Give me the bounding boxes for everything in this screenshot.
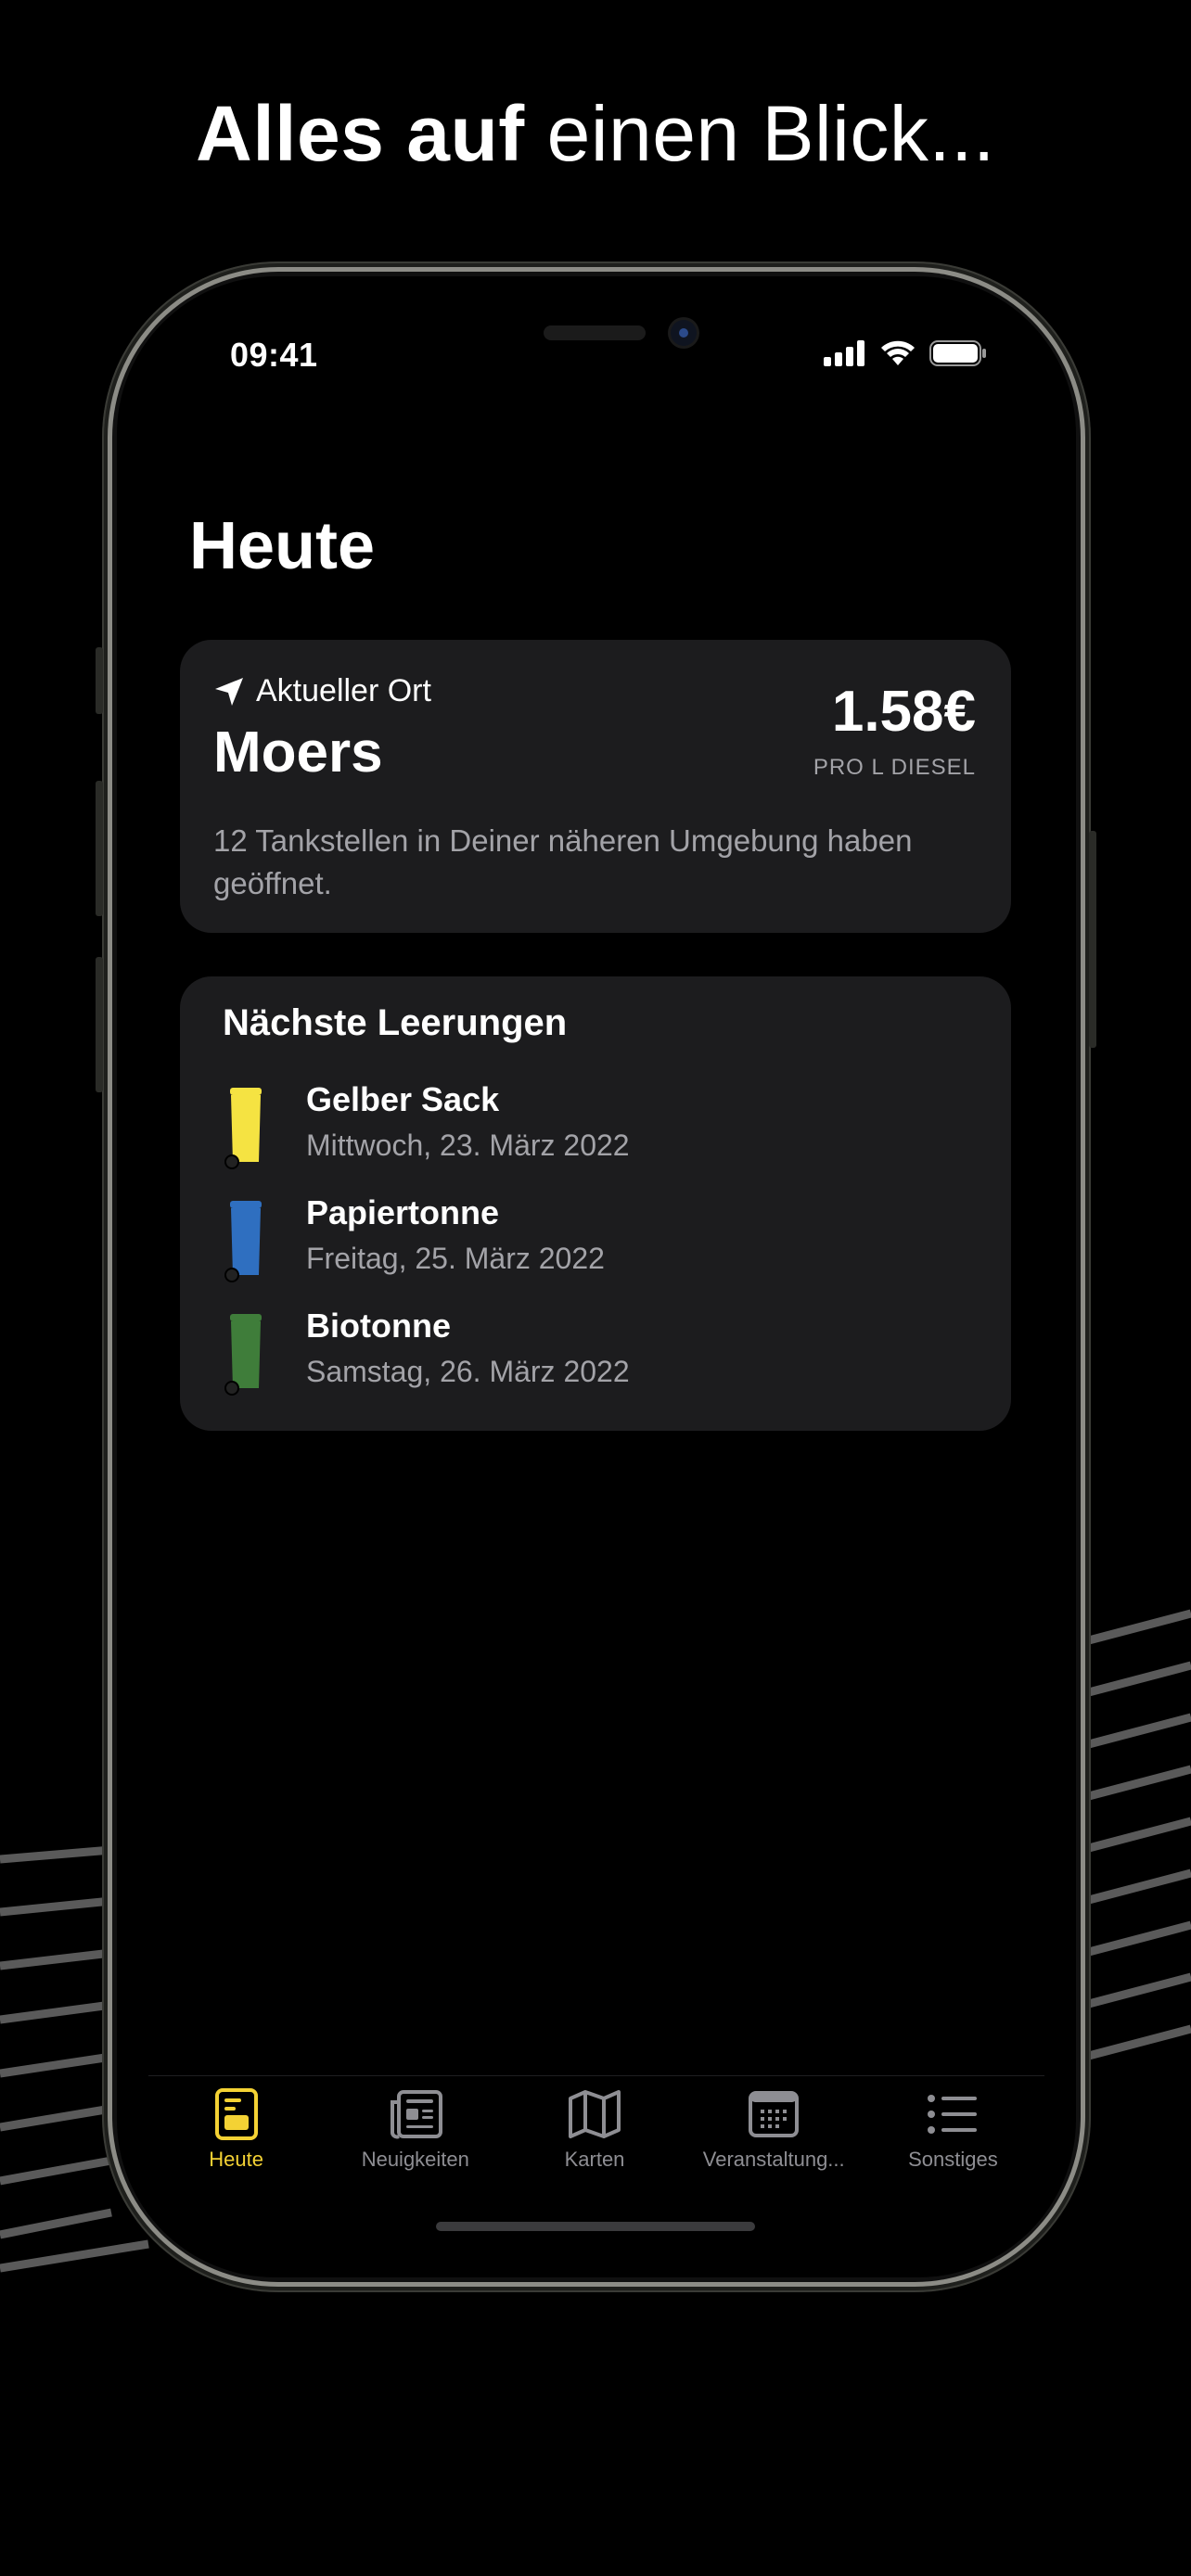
wifi-icon bbox=[881, 340, 915, 365]
blue-bin-icon bbox=[224, 1201, 262, 1282]
speaker bbox=[544, 325, 646, 340]
signal-icon bbox=[824, 340, 864, 366]
tab-label: Veranstaltung... bbox=[702, 2148, 845, 2171]
headline-light: einen Blick... bbox=[546, 90, 995, 177]
fuel-location-card[interactable]: Aktueller Ort Moers 1.58€ PRO L DIESEL 1… bbox=[180, 640, 1011, 933]
location-label-text: Aktueller Ort bbox=[256, 673, 431, 708]
silent-switch bbox=[96, 647, 103, 714]
headline: Alles auf einen Blick... bbox=[0, 89, 1191, 179]
location-arrow-icon bbox=[215, 677, 243, 706]
tab-veranstaltungen[interactable]: Veranstaltung... bbox=[685, 2085, 864, 2196]
waste-name: Papiertonne bbox=[306, 1193, 500, 1231]
waste-item: Papiertonne Freitag, 25. März 2022 bbox=[223, 1193, 965, 1295]
waste-item: Biotonne Samstag, 26. März 2022 bbox=[223, 1307, 965, 1409]
waste-date: Samstag, 26. März 2022 bbox=[306, 1355, 630, 1388]
tab-bar: Heute Neuigkeiten Karten Veranstaltung..… bbox=[147, 2085, 1043, 2196]
tab-neuigkeiten[interactable]: Neuigkeiten bbox=[326, 2085, 505, 2196]
fuel-price-unit: PRO L DIESEL bbox=[813, 755, 976, 780]
waste-date: Freitag, 25. März 2022 bbox=[306, 1242, 605, 1275]
green-bin-icon bbox=[224, 1314, 262, 1396]
status-icons bbox=[824, 339, 987, 367]
fuel-price: 1.58€ bbox=[831, 680, 976, 744]
home-indicator[interactable] bbox=[436, 2222, 755, 2231]
tab-label: Neuigkeiten bbox=[361, 2148, 469, 2171]
tab-bar-divider bbox=[148, 2075, 1044, 2076]
headline-bold: Alles auf bbox=[196, 90, 525, 177]
yellow-bin-icon bbox=[224, 1088, 262, 1169]
front-camera bbox=[671, 320, 697, 346]
calendar-icon bbox=[749, 2091, 800, 2137]
volume-up-button bbox=[96, 781, 103, 916]
waste-item: Gelber Sack Mittwoch, 23. März 2022 bbox=[223, 1080, 965, 1182]
gas-station-description: 12 Tankstellen in Deiner näheren Umgebun… bbox=[213, 823, 913, 900]
tab-label: Heute bbox=[209, 2148, 263, 2171]
waste-card-title: Nächste Leerungen bbox=[223, 1002, 568, 1043]
battery-icon bbox=[929, 340, 986, 366]
tab-label: Sonstiges bbox=[908, 2148, 998, 2171]
waste-name: Biotonne bbox=[306, 1307, 451, 1345]
page-title: Heute bbox=[189, 509, 376, 583]
map-icon bbox=[569, 2090, 621, 2138]
power-button bbox=[1089, 831, 1096, 1048]
waste-collection-card[interactable]: Nächste Leerungen Gelber Sack Mittwoch, … bbox=[180, 976, 1011, 1431]
tab-label: Karten bbox=[564, 2148, 625, 2171]
location-label: Aktueller Ort bbox=[213, 673, 431, 709]
city-name: Moers bbox=[213, 721, 383, 784]
waste-name: Gelber Sack bbox=[306, 1080, 500, 1118]
newspaper-icon bbox=[390, 2090, 442, 2139]
tab-heute[interactable]: Heute bbox=[147, 2085, 326, 2196]
list-icon bbox=[928, 2095, 978, 2134]
tab-karten[interactable]: Karten bbox=[505, 2085, 684, 2196]
today-icon bbox=[214, 2088, 258, 2140]
volume-down-button bbox=[96, 957, 103, 1092]
tab-sonstiges[interactable]: Sonstiges bbox=[864, 2085, 1043, 2196]
waste-date: Mittwoch, 23. März 2022 bbox=[306, 1129, 630, 1162]
status-time: 09:41 bbox=[230, 336, 318, 374]
